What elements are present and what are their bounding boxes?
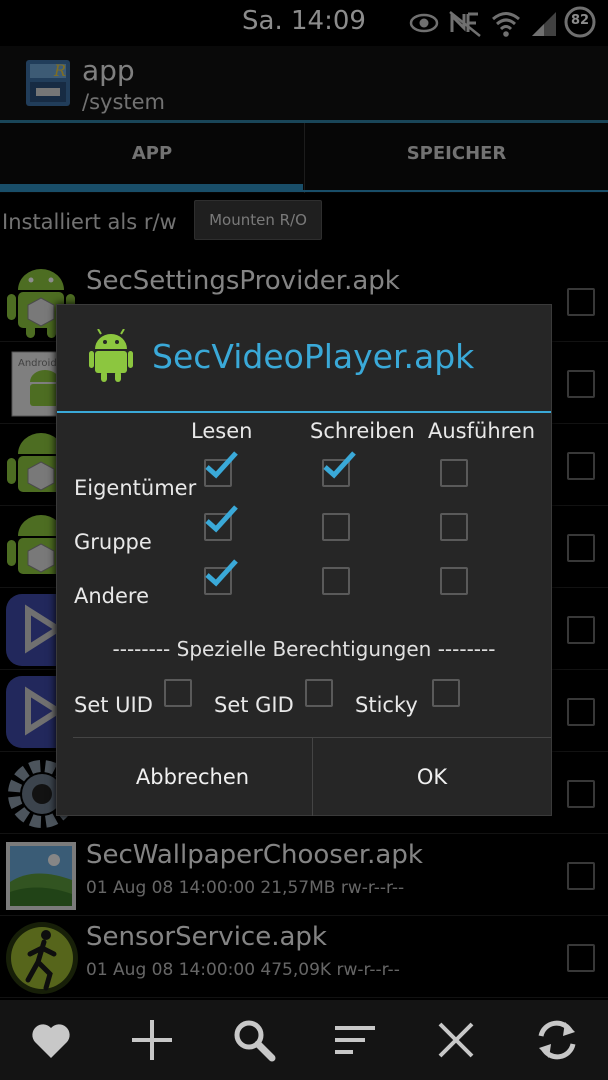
cancel-button[interactable]: Abbrechen xyxy=(73,738,312,816)
wallpaper-icon xyxy=(6,842,76,910)
file-name: SecWallpaperChooser.apk xyxy=(86,840,423,870)
runner-icon xyxy=(6,922,78,994)
tab-indicator xyxy=(0,184,303,192)
refresh-icon[interactable] xyxy=(533,1016,581,1064)
close-icon[interactable] xyxy=(432,1016,480,1064)
file-name: SensorService.apk xyxy=(86,922,327,952)
owner-read-checkbox[interactable] xyxy=(204,451,238,487)
select-checkbox[interactable] xyxy=(567,616,595,644)
ok-button[interactable]: OK xyxy=(313,738,551,816)
column-header-read: Lesen xyxy=(191,419,253,443)
special-permissions-heading: -------- Spezielle Berechtigungen ------… xyxy=(112,637,496,661)
row-label-owner: Eigentümer xyxy=(74,476,197,500)
status-bar: Sa. 14:09 82 xyxy=(0,0,608,46)
dialog-title: SecVideoPlayer.apk xyxy=(152,337,475,376)
eye-icon xyxy=(409,13,439,33)
file-meta: 01 Aug 08 14:00:00 21,57MB rw-r--r-- xyxy=(86,878,405,898)
list-item[interactable]: SensorService.apk 01 Aug 08 14:00:00 475… xyxy=(0,916,608,998)
select-checkbox[interactable] xyxy=(567,452,595,480)
others-read-checkbox[interactable] xyxy=(204,559,238,595)
tab-bar: APP SPEICHER xyxy=(0,123,608,193)
group-execute-checkbox[interactable] xyxy=(440,513,468,541)
select-checkbox[interactable] xyxy=(567,288,595,316)
group-write-checkbox[interactable] xyxy=(322,513,350,541)
mount-ro-button[interactable]: Mounten R/O xyxy=(194,200,322,240)
mount-row: Installiert als r/w Mounten R/O xyxy=(0,196,608,256)
owner-execute-checkbox[interactable] xyxy=(440,459,468,487)
set-uid-checkbox[interactable] xyxy=(164,679,192,707)
set-gid-checkbox[interactable] xyxy=(305,679,333,707)
others-execute-checkbox[interactable] xyxy=(440,567,468,595)
tab-speicher[interactable]: SPEICHER xyxy=(304,123,608,193)
group-read-checkbox[interactable] xyxy=(204,505,238,541)
file-meta: 01 Aug 08 14:00:00 475,09K rw-r--r-- xyxy=(86,960,400,980)
row-label-group: Gruppe xyxy=(74,530,152,554)
root-explorer-app-icon[interactable]: R xyxy=(24,56,74,110)
plus-icon[interactable] xyxy=(128,1016,176,1064)
android-icon xyxy=(89,329,133,382)
file-name: SecSettingsProvider.apk xyxy=(86,266,400,296)
heart-icon[interactable] xyxy=(27,1016,75,1064)
mount-status-label: Installiert als r/w xyxy=(2,210,177,234)
svg-text:Android: Android xyxy=(18,358,57,369)
others-write-checkbox[interactable] xyxy=(322,567,350,595)
select-checkbox[interactable] xyxy=(567,370,595,398)
select-checkbox[interactable] xyxy=(567,862,595,890)
signal-icon xyxy=(532,12,556,36)
dialog-title-divider xyxy=(57,411,551,413)
nfc-icon xyxy=(449,11,481,37)
list-item[interactable]: SecWallpaperChooser.apk 01 Aug 08 14:00:… xyxy=(0,834,608,916)
sticky-checkbox[interactable] xyxy=(432,679,460,707)
permissions-dialog: SecVideoPlayer.apk Lesen Schreiben Ausfü… xyxy=(56,304,552,816)
column-header-write: Schreiben xyxy=(310,419,415,443)
select-checkbox[interactable] xyxy=(567,534,595,562)
search-icon[interactable] xyxy=(230,1016,278,1064)
set-uid-label: Set UID xyxy=(74,693,153,717)
row-label-others: Andere xyxy=(74,584,150,608)
sort-icon[interactable] xyxy=(331,1016,379,1064)
svg-text:R: R xyxy=(53,61,66,80)
select-checkbox[interactable] xyxy=(567,944,595,972)
tab-underline xyxy=(303,190,608,192)
current-path: /system xyxy=(82,90,165,114)
app-title: app xyxy=(82,54,135,87)
bottom-toolbar xyxy=(0,1000,608,1080)
action-bar: R app /system xyxy=(0,46,608,122)
select-checkbox[interactable] xyxy=(567,698,595,726)
owner-write-checkbox[interactable] xyxy=(322,451,356,487)
select-checkbox[interactable] xyxy=(567,780,595,808)
battery-level: 82 xyxy=(570,13,590,28)
column-header-execute: Ausführen xyxy=(428,419,536,443)
sticky-label: Sticky xyxy=(355,693,418,717)
set-gid-label: Set GID xyxy=(214,693,294,717)
wifi-icon xyxy=(492,12,520,37)
tab-app[interactable]: APP xyxy=(0,123,304,193)
